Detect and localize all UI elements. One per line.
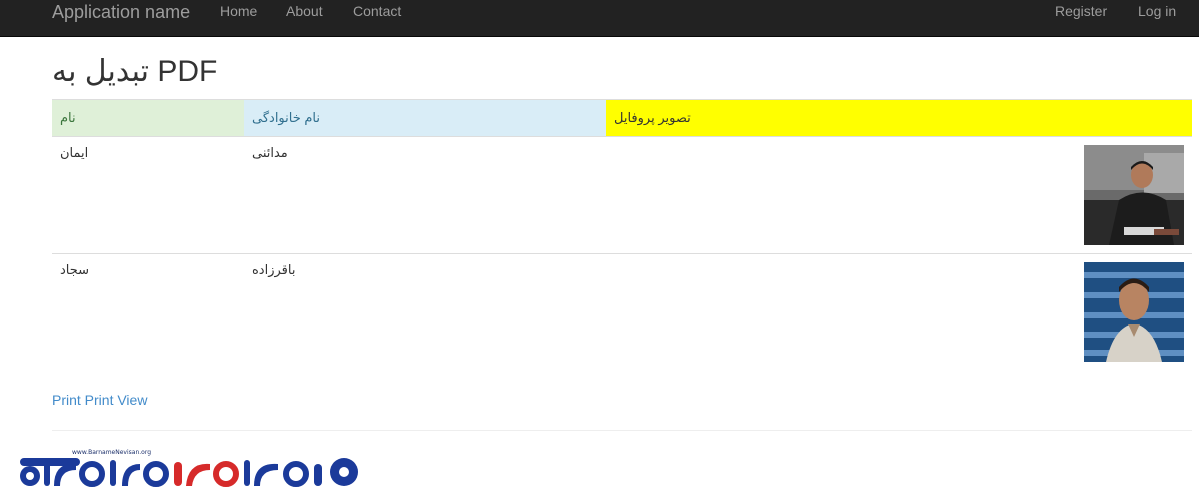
profile-photo xyxy=(1084,145,1184,245)
table-row: سجاد باقرزاده xyxy=(52,254,1192,371)
cell-profile-photo xyxy=(606,136,1192,254)
header-profile-photo: تصویر پروفایل xyxy=(606,99,1192,137)
svg-text:www.BarnameNevisan.org: www.BarnameNevisan.org xyxy=(72,449,151,456)
brand-link[interactable]: Application name xyxy=(52,2,190,22)
print-view-link[interactable]: Print Print View xyxy=(52,392,147,408)
profiles-table: نام نام خانوادگی تصویر پروفایل ایمان مدا… xyxy=(52,99,1192,371)
top-navbar: Application name Home About Contact Regi… xyxy=(0,0,1199,37)
nav-link-register[interactable]: Register xyxy=(1055,3,1107,19)
cell-last-name: باقرزاده xyxy=(252,262,296,277)
cell-profile-photo xyxy=(606,254,1192,371)
nav-link-about[interactable]: About xyxy=(286,3,323,19)
cell-first-name: ایمان xyxy=(52,136,244,254)
nav-link-contact[interactable]: Contact xyxy=(353,3,401,19)
barnamenevisan-logo: www.BarnameNevisan.org xyxy=(20,449,358,487)
footer-divider xyxy=(52,430,1192,431)
table-row: ایمان مدائنی xyxy=(52,136,1192,254)
page-title: تبدیل به PDF xyxy=(52,55,218,88)
cell-last-name: مدائنی xyxy=(244,136,606,254)
header-first-name: نام xyxy=(52,99,244,137)
header-last-name: نام خانوادگی xyxy=(244,99,606,137)
nav-link-login[interactable]: Log in xyxy=(1138,3,1176,19)
profile-photo xyxy=(1084,262,1184,362)
table-header-row: نام نام خانوادگی تصویر پروفایل xyxy=(52,99,1192,137)
nav-link-home[interactable]: Home xyxy=(220,3,257,19)
cell-first-name: سجاد xyxy=(60,262,90,277)
